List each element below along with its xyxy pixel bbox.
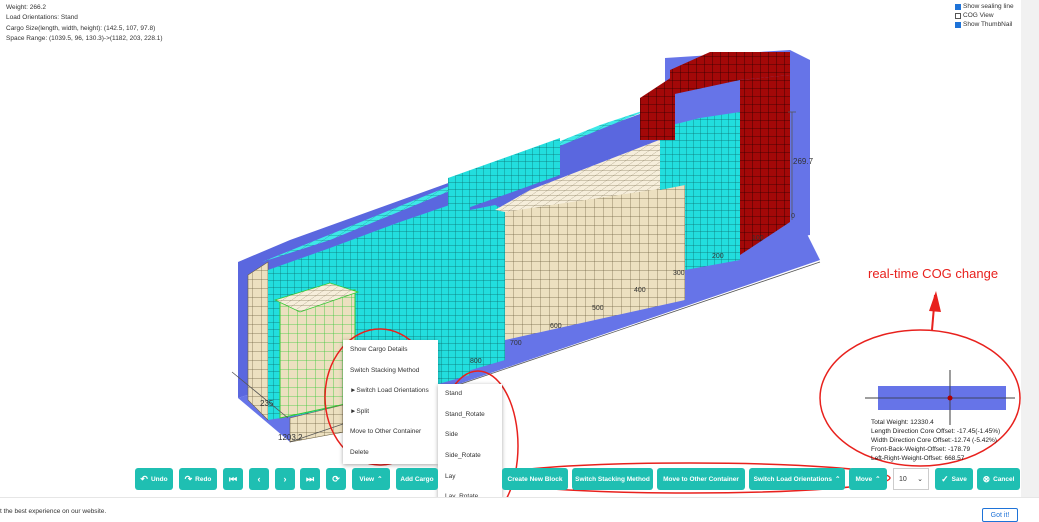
chevron-up-icon: ⌃ <box>377 476 383 483</box>
ruler-label-500: 500 <box>592 305 604 312</box>
context-menu: Show Cargo Details Switch Stacking Metho… <box>343 340 438 464</box>
chevron-up-icon: ⌃ <box>875 476 881 483</box>
refresh-button[interactable]: ⟳ <box>326 468 346 490</box>
switch-orientation-label: Switch Load Orientations <box>753 475 832 483</box>
last-icon: ⏭ <box>305 473 315 484</box>
menu-item-switch-orientation[interactable]: ►Switch Load Orientations <box>343 381 438 402</box>
undo-icon: ↶ <box>140 473 148 484</box>
move-label: Move <box>855 475 873 483</box>
menu-item-split[interactable]: ►Split <box>343 402 438 423</box>
prev-button[interactable]: ‹ <box>249 468 269 490</box>
ruler-label-200: 200 <box>712 253 724 260</box>
annotation-arrow-head <box>929 291 941 312</box>
menu-item-show-details[interactable]: Show Cargo Details <box>343 340 438 361</box>
cog-total-weight: Total Weight: 12330.4 <box>871 419 934 426</box>
next-button[interactable]: › <box>275 468 295 490</box>
submenu-item-stand-rotate[interactable]: Stand_Rotate <box>438 405 502 426</box>
switch-orientation-button[interactable]: Switch Load Orientations ⌃ <box>749 468 845 490</box>
annotation-text: real-time COG change <box>868 266 999 281</box>
switch-stacking-button[interactable]: Switch Stacking Method <box>572 468 653 490</box>
switch-stacking-label: Switch Stacking Method <box>575 475 650 483</box>
cookie-text: t the best experience on our website. <box>0 508 107 515</box>
ruler-label-700: 700 <box>510 340 522 347</box>
add-cargo-button[interactable]: Add Cargo <box>396 468 438 490</box>
chevron-right-icon: › <box>283 474 287 484</box>
create-block-label: Create New Block <box>507 475 563 483</box>
cookie-bar: t the best experience on our website. <box>0 497 1039 521</box>
height-label: 269.7 <box>793 157 814 166</box>
undo-label: Undo <box>150 475 168 483</box>
ruler-label-100: 100 <box>752 235 764 242</box>
cog-length-offset: Length Direction Core Offset: -17.45(-1.… <box>871 428 1001 435</box>
redo-label: Redo <box>195 475 212 483</box>
first-button[interactable]: ⏮ <box>223 468 243 490</box>
width-label: 235 <box>260 399 274 408</box>
cog-stats: Total Weight: 12330.4 Length Direction C… <box>871 418 1000 463</box>
check-circle-icon: ✓ <box>941 473 949 484</box>
move-button[interactable]: Move ⌃ <box>849 468 887 490</box>
menu-item-delete[interactable]: Delete <box>343 443 438 464</box>
view-label: View <box>359 475 375 483</box>
bottom-toolbar: ↶ Undo ↷ Redo ⏮ ‹ › ⏭ ⟳ View ⌃ Add Cargo Cr… <box>0 468 1039 490</box>
cog-width-offset: Width Direction Core Offset:-12.74 (-5.4… <box>871 437 997 444</box>
save-button[interactable]: ✓ Save <box>935 468 973 490</box>
submenu-item-side[interactable]: Side <box>438 425 502 446</box>
length-label: 1203.2 <box>278 433 303 442</box>
ruler-label-400: 400 <box>634 287 646 294</box>
cargo-block-red-1[interactable] <box>640 75 675 140</box>
menu-item-move-container[interactable]: Move to Other Container <box>343 422 438 443</box>
cancel-label: Cancel <box>993 475 1015 483</box>
step-value: 10 <box>899 475 907 483</box>
first-icon: ⏮ <box>228 473 238 484</box>
cog-front-back: Front-Back-Weight-Offset: -178.79 <box>871 446 971 453</box>
ruler-label-600: 600 <box>550 323 562 330</box>
step-select[interactable]: 10 ⌄ <box>893 468 929 490</box>
save-label: Save <box>951 475 967 483</box>
chevron-down-icon: ⌄ <box>917 476 923 483</box>
redo-button[interactable]: ↷ Redo <box>179 468 217 490</box>
cog-left-right: Left-Right-Weight-Offset: 668.57 <box>871 455 965 462</box>
last-button[interactable]: ⏭ <box>300 468 320 490</box>
view-button[interactable]: View ⌃ <box>352 468 390 490</box>
zero-label: 0 <box>791 213 795 220</box>
create-block-button[interactable]: Create New Block <box>502 468 568 490</box>
refresh-icon: ⟳ <box>332 473 340 484</box>
undo-button[interactable]: ↶ Undo <box>135 468 173 490</box>
cog-point <box>947 395 953 401</box>
submenu-item-side-rotate[interactable]: Side_Rotate <box>438 446 502 467</box>
menu-item-switch-stacking[interactable]: Switch Stacking Method <box>343 361 438 382</box>
chevron-up-icon: ⌃ <box>834 476 841 483</box>
add-cargo-label: Add Cargo <box>400 475 434 483</box>
move-container-label: Move to Other Container <box>663 475 739 483</box>
ruler-label-800: 800 <box>470 358 482 365</box>
redo-icon: ↷ <box>184 473 193 484</box>
cargo-block-end[interactable] <box>247 261 269 421</box>
ruler-label-300: 300 <box>673 270 685 277</box>
move-container-button[interactable]: Move to Other Container <box>657 468 745 490</box>
cancel-button[interactable]: ⊗ Cancel <box>977 468 1020 490</box>
submenu-item-stand[interactable]: Stand <box>438 384 502 405</box>
chevron-left-icon: ‹ <box>257 474 261 484</box>
close-circle-icon: ⊗ <box>982 473 991 484</box>
